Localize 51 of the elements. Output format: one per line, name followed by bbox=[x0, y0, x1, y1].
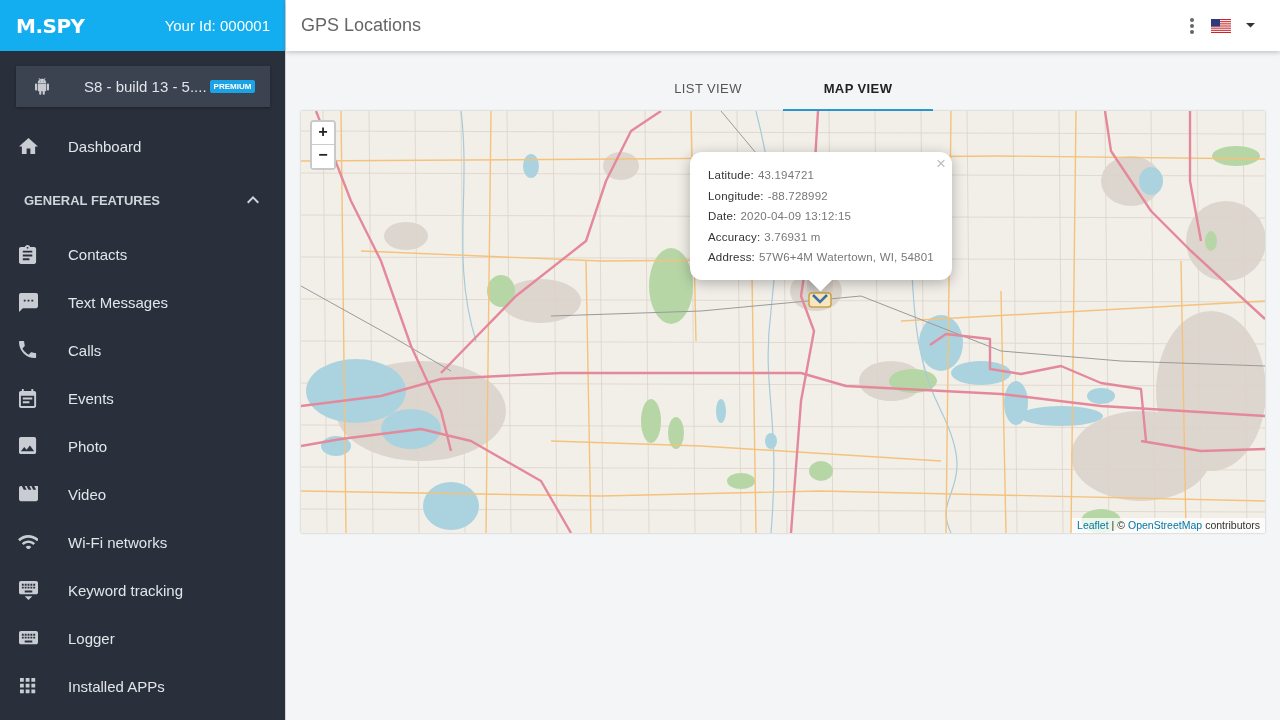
nav-item[interactable]: Video bbox=[0, 470, 285, 518]
nav-item[interactable]: Installed APPs bbox=[0, 662, 285, 710]
field-value: 2020-04-09 13:12:15 bbox=[740, 210, 852, 223]
image-icon bbox=[19, 437, 37, 455]
field-label: Longitude: bbox=[708, 189, 764, 202]
keyboard-icon bbox=[18, 580, 38, 600]
nav-item[interactable]: Keyword tracking bbox=[0, 566, 285, 614]
nav-item[interactable]: Contacts bbox=[0, 230, 285, 278]
language-selector[interactable] bbox=[1211, 18, 1255, 33]
wifi-icon bbox=[17, 534, 39, 550]
section-toggle[interactable]: GENERAL FEATURES bbox=[0, 170, 285, 230]
user-id-label: Your Id: 000001 bbox=[164, 17, 270, 34]
field-label: Accuracy: bbox=[708, 230, 761, 243]
nav-item[interactable]: Wi-Fi networks bbox=[0, 518, 285, 566]
chat-bubble-icon bbox=[18, 292, 38, 312]
attribution-link[interactable]: OpenStreetMap bbox=[1128, 518, 1203, 533]
more-button[interactable] bbox=[1190, 17, 1194, 34]
field-label: Address: bbox=[708, 251, 755, 264]
premium-badge: PREMIUM bbox=[209, 80, 256, 93]
nav-item[interactable]: Photo bbox=[0, 422, 285, 470]
flag-icon bbox=[1211, 18, 1231, 33]
keyboard-icon bbox=[18, 631, 38, 645]
page-title: GPS Locations bbox=[301, 15, 423, 36]
attribution-text: contributors bbox=[1205, 518, 1260, 533]
clipboard-icon bbox=[19, 244, 37, 264]
field-value: 43.194721 bbox=[757, 169, 815, 181]
brand-logo: M.SPY bbox=[16, 13, 85, 38]
nav-item[interactable]: Logger bbox=[0, 614, 285, 662]
home-icon bbox=[18, 137, 38, 155]
field-value: 57W6+4M Watertown, WI, 54801 bbox=[759, 251, 934, 264]
calendar-icon bbox=[19, 388, 37, 408]
clapperboard-icon bbox=[18, 486, 38, 502]
nav-item[interactable]: Calls bbox=[0, 326, 285, 374]
nav-item[interactable]: Dashboard bbox=[0, 122, 285, 170]
phone-icon bbox=[19, 341, 37, 359]
attribution-text: | © bbox=[1111, 518, 1125, 533]
tab[interactable]: LIST VIEW bbox=[633, 66, 783, 111]
caret-down-icon bbox=[1246, 23, 1255, 28]
field-value: -88.728992 bbox=[767, 189, 828, 202]
nav-item[interactable]: Events bbox=[0, 374, 285, 422]
grid-icon bbox=[20, 678, 36, 694]
more-vertical-icon bbox=[1190, 17, 1194, 34]
zoom-in-button[interactable]: + bbox=[312, 122, 334, 145]
map-marker-icon bbox=[808, 292, 832, 308]
field-label: Date: bbox=[708, 210, 737, 223]
attribution-link[interactable]: Leaflet bbox=[1077, 518, 1109, 533]
field-label: Latitude: bbox=[708, 169, 754, 181]
android-icon bbox=[35, 78, 49, 95]
nav-item[interactable]: Text Messages bbox=[0, 278, 285, 326]
field-value: 3.76931 m bbox=[764, 230, 821, 243]
device-selector[interactable]: S8 - build 13 - 5.... PREMIUM bbox=[16, 66, 270, 107]
